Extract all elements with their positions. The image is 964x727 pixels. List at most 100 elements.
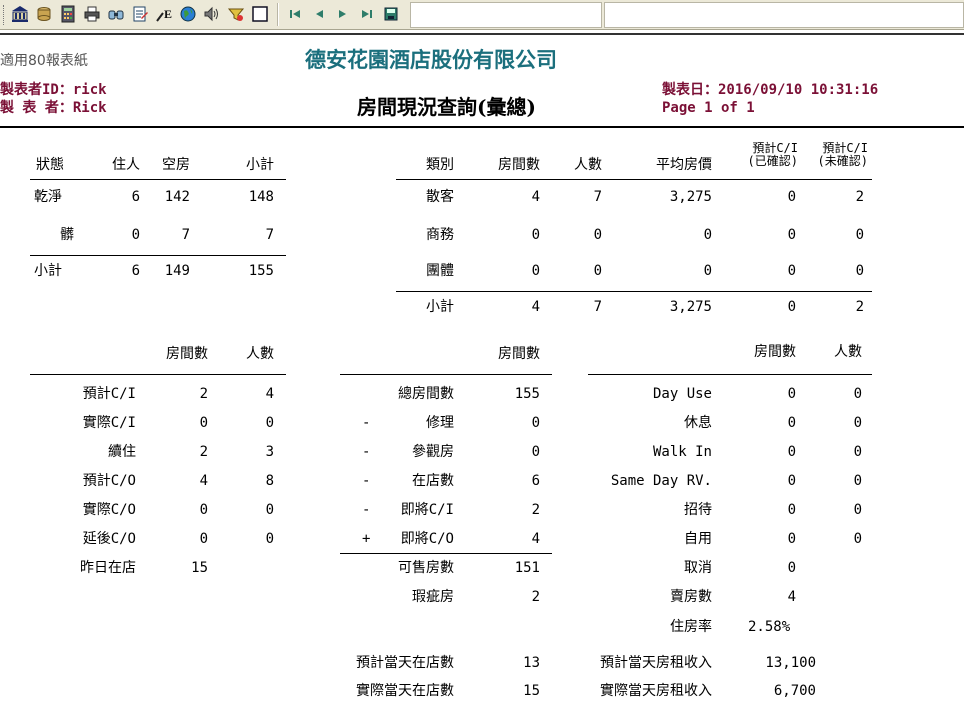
usage-rooms: 0 (787, 502, 796, 518)
ci-unconfirmed-value: 0 (855, 227, 864, 243)
actual-in-house-label: 實際當天在店數 (356, 683, 454, 699)
avg-rate-value: 0 (703, 227, 712, 243)
bank-icon[interactable] (10, 4, 30, 24)
last-page-icon[interactable] (357, 4, 377, 24)
usage-rooms: 0 (787, 531, 796, 547)
usage-label: 自用 (684, 531, 712, 547)
category-header-rule (396, 179, 872, 180)
usage-guests: 0 (853, 386, 862, 402)
toolbar-field-2[interactable] (604, 2, 964, 28)
guests-value: 7 (593, 189, 602, 205)
report-title: 房間現況查詢(彙總) (357, 95, 536, 119)
creator-id-label: 製表者ID： (0, 82, 73, 98)
avg-rate-value: 3,275 (669, 189, 712, 205)
usage-rooms: 0 (787, 415, 796, 431)
availability-label: 修理 (426, 415, 454, 431)
sellable-value: 151 (514, 560, 540, 576)
usage-guests: 0 (853, 415, 862, 431)
expected-in-house-value: 13 (523, 655, 540, 671)
first-page-icon[interactable] (285, 4, 305, 24)
next-page-icon[interactable] (333, 4, 353, 24)
status-total-label: 小計 (34, 263, 62, 279)
blank-page-icon[interactable] (250, 4, 270, 24)
report-date: 2016/09/10 10:31:16 (718, 82, 879, 98)
movement-rooms: 2 (199, 386, 208, 402)
avg-rate-total: 3,275 (669, 299, 712, 315)
availability-label: 總房間數 (398, 386, 454, 402)
ci-unconfirmed-value: 2 (855, 189, 864, 205)
actual-revenue-label: 實際當天房租收入 (600, 683, 712, 699)
vacant-value: 7 (181, 227, 190, 243)
availability-value: 2 (531, 502, 540, 518)
occupancy-rate: 2.58% (748, 619, 791, 635)
category-total-label: 小計 (426, 299, 454, 315)
creator-id-line: 製表者ID：rick (0, 81, 107, 99)
movement-rooms: 0 (199, 415, 208, 431)
filter-icon[interactable] (226, 4, 246, 24)
actual-revenue-value: 6,700 (773, 683, 816, 699)
page-indicator: Page 1 of 1 (662, 100, 755, 116)
expected-revenue-value: 13,100 (765, 655, 816, 671)
toolbar-field[interactable] (410, 2, 602, 28)
movement-guests: 0 (265, 531, 274, 547)
expected-in-house-label: 預計當天在店數 (356, 655, 454, 671)
ci-confirmed-value: 0 (787, 189, 796, 205)
usage-label: 休息 (684, 415, 712, 431)
usage-guests: 0 (853, 444, 862, 460)
save-disk-icon[interactable] (381, 4, 401, 24)
speaker-icon[interactable] (202, 4, 222, 24)
rooms-value: 0 (531, 263, 540, 279)
usage-guests: 0 (853, 531, 862, 547)
globe-icon[interactable] (178, 4, 198, 24)
ci-confirmed-total: 0 (787, 299, 796, 315)
availability-value: 6 (531, 473, 540, 489)
creator-value: Rick (72, 100, 107, 116)
pen-e-icon[interactable]: E (154, 4, 174, 24)
movement-label: 預計C/O (82, 473, 136, 489)
rooms-col-header: 房間數 (498, 157, 540, 173)
usage-label: 取消 (684, 560, 712, 576)
vacant-total: 149 (164, 263, 190, 279)
edit-document-icon[interactable] (130, 4, 150, 24)
movement-rooms: 2 (199, 444, 208, 460)
movement-label: 實際C/I (82, 415, 136, 431)
usage-label: Day Use (652, 386, 712, 402)
availability-value: 155 (514, 386, 540, 402)
toolbar-grip[interactable] (3, 5, 6, 25)
movement-rooms: 0 (199, 502, 208, 518)
database-icon[interactable] (34, 4, 54, 24)
availability-sign: - (362, 415, 371, 431)
grand-total: 155 (248, 263, 274, 279)
availability-value: 0 (531, 415, 540, 431)
category-col-header: 類別 (426, 157, 454, 173)
defect-value: 2 (531, 589, 540, 605)
printer-icon[interactable] (82, 4, 102, 24)
ci-unconfirmed-header: 預計C/I (未確認) (802, 142, 868, 168)
category-total-rule (396, 291, 872, 292)
movement-label: 續住 (108, 444, 136, 460)
binoculars-icon[interactable] (106, 4, 126, 24)
calculator-icon[interactable] (58, 4, 78, 24)
paper-note: 適用80報表紙 (0, 53, 88, 69)
report-toolbar: E (0, 0, 964, 30)
expected-revenue-label: 預計當天房租收入 (600, 655, 712, 671)
ci-confirmed-value: 0 (787, 263, 796, 279)
availability-total-rule (340, 553, 552, 554)
movement-guests: 3 (265, 444, 274, 460)
report-date-label: 製表日： (662, 82, 718, 98)
usage-label: Walk In (652, 444, 712, 460)
previous-page-icon[interactable] (309, 4, 329, 24)
subtotal-value: 7 (265, 227, 274, 243)
movement-guests: 8 (265, 473, 274, 489)
svg-text:E: E (164, 7, 172, 21)
ci-unconfirmed-total: 2 (855, 299, 864, 315)
movement-label: 延後C/O (82, 531, 136, 547)
guests-value: 0 (593, 227, 602, 243)
usage-rooms: 0 (787, 473, 796, 489)
usage-guests: 0 (853, 473, 862, 489)
availability-label: 參觀房 (412, 444, 454, 460)
usage-label: 住房率 (670, 619, 712, 635)
movement-guests-header: 人數 (246, 346, 274, 362)
status-col-header: 狀態 (36, 157, 64, 173)
availability-value: 0 (531, 444, 540, 460)
